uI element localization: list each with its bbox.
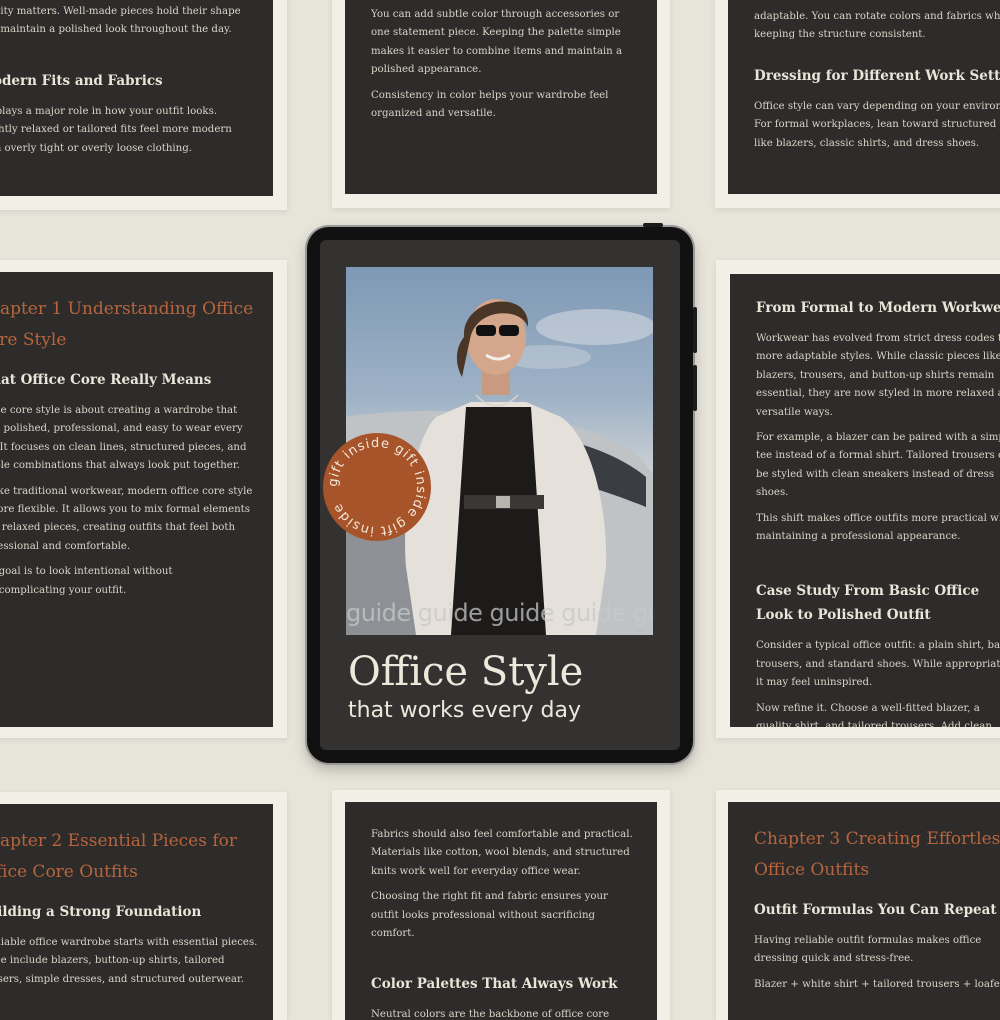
gift-inside-badge: gift inside gift inside gift inside <box>323 433 431 541</box>
paragraph: Having reliable outfit formulas makes of… <box>754 935 982 965</box>
page-card-top-left: quality matters. Well-made pieces hold t… <box>0 0 287 210</box>
section-heading: Building a Strong Foundation <box>0 904 202 920</box>
cover-subtitle: that works every day <box>348 698 581 723</box>
paragraph: Office core style is about creating a wa… <box>0 405 247 472</box>
paragraph: You can add subtle color through accesso… <box>371 9 623 76</box>
paragraph: Now refine it. Choose a well-fitted blaz… <box>756 702 992 727</box>
paragraph: Neutral colors are the backbone of offic… <box>371 1009 610 1020</box>
section-heading: Case Study From Basic Office Look to Pol… <box>756 583 980 624</box>
power-button <box>643 223 663 227</box>
page-card-top-center: You can add subtle color through accesso… <box>332 0 670 208</box>
chapter-title: Chapter 3 Creating Effortless Office Out… <box>754 829 1000 880</box>
paragraph: Workwear has evolved from strict dress c… <box>756 333 1000 418</box>
section-heading: Dressing for Different Work Settings <box>754 67 1000 84</box>
ebook-page: Chapter 3 Creating Effortless Office Out… <box>728 802 1000 1020</box>
page-card-top-right: adaptable. You can rotate colors and fab… <box>715 0 1000 208</box>
paragraph: Fit plays a major role in how your outfi… <box>0 105 232 154</box>
ebook-page: From Formal to Modern Workwear Workwear … <box>730 274 1000 727</box>
paragraph: The goal is to look intentional without … <box>0 566 173 596</box>
paragraph: A reliable office wardrobe starts with e… <box>0 937 258 985</box>
guide-overlay-text: guide guide guide guide guide <box>346 599 653 627</box>
ebook-page: Chapter 2 Essential Pieces for Office Co… <box>0 804 273 1020</box>
paragraph: adaptable. You can rotate colors and fab… <box>754 11 1000 41</box>
paragraph: Unlike traditional workwear, modern offi… <box>0 485 253 552</box>
cover-title: Office Style <box>348 649 584 695</box>
paragraph: For example, a blazer can be paired with… <box>756 432 1000 499</box>
ebook-page: quality matters. Well-made pieces hold t… <box>0 0 273 196</box>
section-heading: What Office Core Really Means <box>0 372 212 388</box>
paragraph: quality matters. Well-made pieces hold t… <box>0 6 241 36</box>
ebook-page: adaptable. You can rotate colors and fab… <box>728 0 1000 194</box>
section-heading: Modern Fits and Fabrics <box>0 72 163 89</box>
section-heading: Outfit Formulas You Can Repeat <box>754 902 997 918</box>
ebook-page: Chapter 1 Understanding Office Core Styl… <box>0 272 273 727</box>
page-card-bottom-left: Chapter 2 Essential Pieces for Office Co… <box>0 792 287 1020</box>
volume-down-button <box>693 365 697 411</box>
paragraph: This shift makes office outfits more pra… <box>756 512 1000 543</box>
paragraph: Consistency in color helps your wardrobe… <box>371 89 609 120</box>
section-heading: From Formal to Modern Workwear <box>756 300 1000 316</box>
page-card-bottom-center: Fabrics should also feel comfortable and… <box>332 790 670 1020</box>
paragraph: Consider a typical office outfit: a plai… <box>756 640 1000 689</box>
page-card-bottom-right: Chapter 3 Creating Effortless Office Out… <box>716 790 1000 1020</box>
chapter-title: Chapter 1 Understanding Office Core Styl… <box>0 299 254 350</box>
paragraph: Office style can vary depending on your … <box>754 100 1000 149</box>
paragraph: Fabrics should also feel comfortable and… <box>371 829 633 877</box>
section-heading: Color Palettes That Always Work <box>371 976 618 993</box>
page-card-middle-right: From Formal to Modern Workwear Workwear … <box>716 260 1000 738</box>
chapter-title: Chapter 2 Essential Pieces for Office Co… <box>0 831 238 882</box>
page-card-middle-left: Chapter 1 Understanding Office Core Styl… <box>0 260 287 738</box>
paragraph: Choosing the right fit and fabric ensure… <box>371 891 608 940</box>
paragraph: Blazer + white shirt + tailored trousers… <box>754 978 1000 990</box>
volume-up-button <box>693 307 697 353</box>
ebook-page: Fabrics should also feel comfortable and… <box>345 802 657 1020</box>
ebook-page: You can add subtle color through accesso… <box>345 0 657 194</box>
